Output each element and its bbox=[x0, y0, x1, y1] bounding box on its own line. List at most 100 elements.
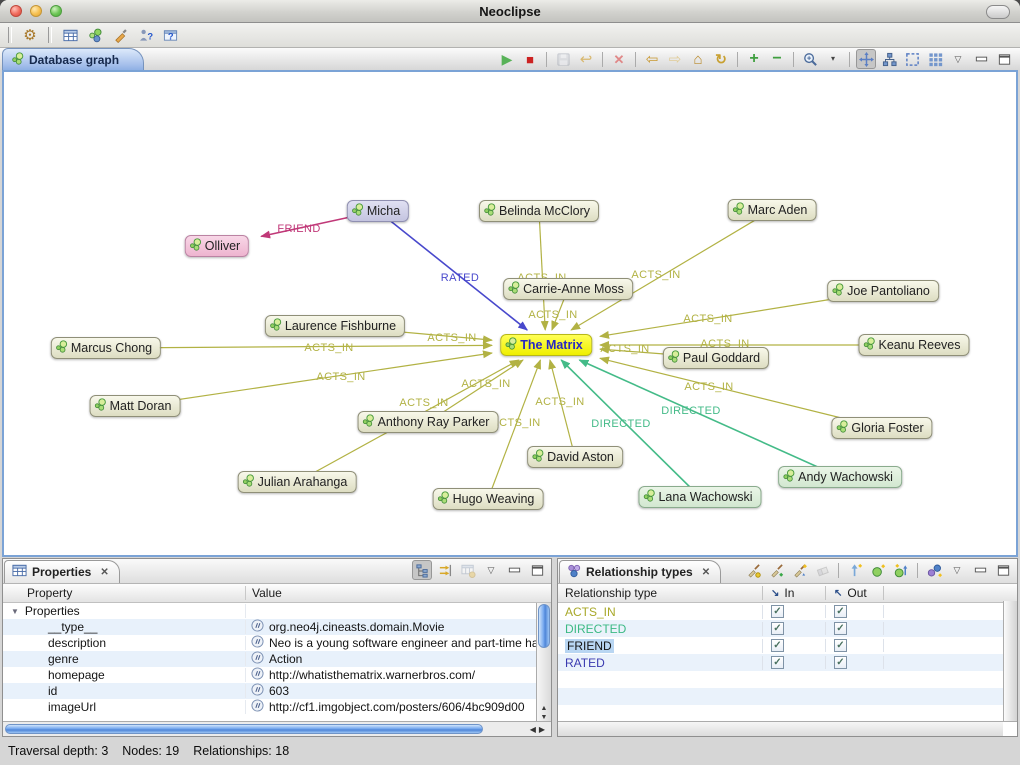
minimize-button[interactable] bbox=[504, 560, 524, 580]
toolbar-toggle-button[interactable] bbox=[986, 5, 1010, 19]
relationship-row-acts_in[interactable]: ACTS_IN✓✓ bbox=[558, 603, 1017, 620]
graph-node-gloria[interactable]: Gloria Foster bbox=[831, 417, 932, 439]
in-checkbox[interactable]: ✓ bbox=[771, 639, 784, 652]
revert-button[interactable]: ↩ bbox=[576, 49, 596, 69]
maximize-button[interactable] bbox=[993, 560, 1013, 580]
graph-node-olliver[interactable]: Olliver bbox=[185, 235, 249, 257]
forward-button[interactable]: ⇨ bbox=[665, 49, 685, 69]
view-menu-button[interactable]: ▽ bbox=[948, 49, 968, 69]
graph-nodes-icon[interactable] bbox=[85, 25, 105, 45]
close-view-icon[interactable]: ✕ bbox=[702, 567, 710, 578]
vertical-scrollbar[interactable] bbox=[1003, 601, 1017, 723]
properties-table-header[interactable]: Property Value bbox=[3, 584, 551, 603]
out-checkbox[interactable]: ✓ bbox=[834, 605, 847, 618]
increase-depth-button[interactable]: + bbox=[744, 49, 764, 69]
zoom-button[interactable] bbox=[800, 49, 820, 69]
property-row-imageUrl[interactable]: imageUrlhttp://cf1.imgobject.com/posters… bbox=[3, 699, 551, 715]
save-button[interactable] bbox=[553, 49, 573, 69]
vertical-scrollbar[interactable]: ▲ ▼ bbox=[536, 603, 551, 723]
new-relationship-type-button[interactable] bbox=[924, 560, 944, 580]
refresh-button[interactable]: ↻ bbox=[711, 49, 731, 69]
show-categories-button[interactable] bbox=[412, 560, 432, 580]
delete-button[interactable]: ✕ bbox=[609, 49, 629, 69]
graph-node-matrix[interactable]: The Matrix bbox=[500, 334, 592, 356]
graph-node-marcus[interactable]: Marcus Chong bbox=[51, 337, 161, 359]
property-row-genre[interactable]: genreAction bbox=[3, 651, 551, 667]
tab-database-graph[interactable]: Database graph bbox=[2, 48, 144, 70]
view-menu-button[interactable]: ▽ bbox=[481, 560, 501, 580]
property-row-id[interactable]: id603 bbox=[3, 683, 551, 699]
in-checkbox[interactable]: ✓ bbox=[771, 622, 784, 635]
highlight-relationships-button[interactable] bbox=[743, 560, 763, 580]
stop-button[interactable]: ■ bbox=[520, 49, 540, 69]
scrollbar-arrows[interactable]: ▲ ▼ bbox=[537, 704, 551, 722]
restore-defaults-button[interactable] bbox=[458, 560, 478, 580]
graph-node-hugo[interactable]: Hugo Weaving bbox=[433, 488, 544, 510]
relationship-row-directed[interactable]: DIRECTED✓✓ bbox=[558, 620, 1017, 637]
highlight-all-relationships-button[interactable] bbox=[789, 560, 809, 580]
horizontal-scrollbar[interactable] bbox=[558, 721, 1003, 736]
start-button[interactable]: ▶ bbox=[497, 49, 517, 69]
grid-layout-button[interactable] bbox=[925, 49, 945, 69]
close-view-icon[interactable]: ✕ bbox=[100, 567, 108, 578]
scrollbar-arrows[interactable]: ◀▶ bbox=[530, 725, 548, 734]
horizontal-scrollbar[interactable]: ◀▶ bbox=[3, 721, 551, 736]
column-header-relationship-type[interactable]: Relationship type bbox=[558, 586, 763, 600]
column-header-value[interactable]: Value bbox=[246, 586, 282, 600]
graph-node-lana[interactable]: Lana Wachowski bbox=[638, 486, 761, 508]
graph-node-marcaden[interactable]: Marc Aden bbox=[728, 199, 817, 221]
properties-table-icon[interactable] bbox=[60, 25, 80, 45]
decorate-brush-icon[interactable] bbox=[110, 25, 130, 45]
maximize-button[interactable] bbox=[527, 560, 547, 580]
clear-highlight-button[interactable] bbox=[812, 560, 832, 580]
graph-node-paul[interactable]: Paul Goddard bbox=[663, 347, 769, 369]
add-outgoing-node-button[interactable] bbox=[868, 560, 888, 580]
minimize-button[interactable] bbox=[971, 49, 991, 69]
column-header-property[interactable]: Property bbox=[3, 586, 246, 600]
dynamic-help-icon[interactable]: ? bbox=[160, 25, 180, 45]
graph-node-andy[interactable]: Andy Wachowski bbox=[778, 466, 902, 488]
filter-properties-button[interactable] bbox=[435, 560, 455, 580]
graph-canvas[interactable]: FRIENDRATEDACTS_INACTS_INACTS_INACTS_INA… bbox=[2, 70, 1018, 557]
property-row-homepage[interactable]: homepagehttp://whatisthematrix.warnerbro… bbox=[3, 667, 551, 683]
add-relationship-button[interactable] bbox=[845, 560, 865, 580]
settings-gear-icon[interactable]: ⚙ bbox=[20, 25, 40, 45]
graph-node-carrie[interactable]: Carrie-Anne Moss bbox=[503, 278, 633, 300]
marquee-select-button[interactable] bbox=[902, 49, 922, 69]
graph-node-julian[interactable]: Julian Arahanga bbox=[238, 471, 357, 493]
relationship-row-friend[interactable]: FRIEND✓✓ bbox=[558, 637, 1017, 654]
out-checkbox[interactable]: ✓ bbox=[834, 622, 847, 635]
minimize-button[interactable] bbox=[970, 560, 990, 580]
scrollbar-thumb[interactable] bbox=[538, 604, 550, 648]
graph-node-david[interactable]: David Aston bbox=[527, 446, 623, 468]
zoom-menu-arrow[interactable]: ▾ bbox=[823, 49, 843, 69]
property-row-type[interactable]: __type__org.neo4j.cineasts.domain.Movie bbox=[3, 619, 551, 635]
pan-mode-button[interactable] bbox=[856, 49, 876, 69]
relationship-row-rated[interactable]: RATED✓✓ bbox=[558, 654, 1017, 671]
decrease-depth-button[interactable]: − bbox=[767, 49, 787, 69]
graph-node-micha[interactable]: Micha bbox=[347, 200, 409, 222]
view-menu-button[interactable]: ▽ bbox=[947, 560, 967, 580]
in-checkbox[interactable]: ✓ bbox=[771, 605, 784, 618]
add-incoming-node-button[interactable] bbox=[891, 560, 911, 580]
help-contents-icon[interactable]: ? bbox=[135, 25, 155, 45]
out-checkbox[interactable]: ✓ bbox=[834, 656, 847, 669]
out-checkbox[interactable]: ✓ bbox=[834, 639, 847, 652]
column-header-in[interactable]: ↘ In bbox=[763, 586, 826, 600]
column-header-out[interactable]: ↖ Out bbox=[826, 586, 884, 600]
property-category-row[interactable]: ▼Properties bbox=[3, 603, 551, 619]
expand-triangle-icon[interactable]: ▼ bbox=[11, 607, 19, 616]
graph-node-joe[interactable]: Joe Pantoliano bbox=[827, 280, 939, 302]
tab-properties[interactable]: Properties ✕ bbox=[4, 560, 120, 583]
graph-node-keanu[interactable]: Keanu Reeves bbox=[858, 334, 969, 356]
highlight-add-relationships-button[interactable] bbox=[766, 560, 786, 580]
title-bar[interactable]: Neoclipse bbox=[0, 0, 1020, 23]
back-button[interactable]: ⇦ bbox=[642, 49, 662, 69]
scrollbar-thumb[interactable] bbox=[5, 724, 483, 734]
home-button[interactable]: ⌂ bbox=[688, 49, 708, 69]
relationship-table-header[interactable]: Relationship type ↘ In ↖ Out bbox=[558, 584, 1017, 603]
maximize-button[interactable] bbox=[994, 49, 1014, 69]
graph-node-belinda[interactable]: Belinda McClory bbox=[479, 200, 599, 222]
in-checkbox[interactable]: ✓ bbox=[771, 656, 784, 669]
tab-relationship-types[interactable]: Relationship types ✕ bbox=[559, 560, 721, 583]
